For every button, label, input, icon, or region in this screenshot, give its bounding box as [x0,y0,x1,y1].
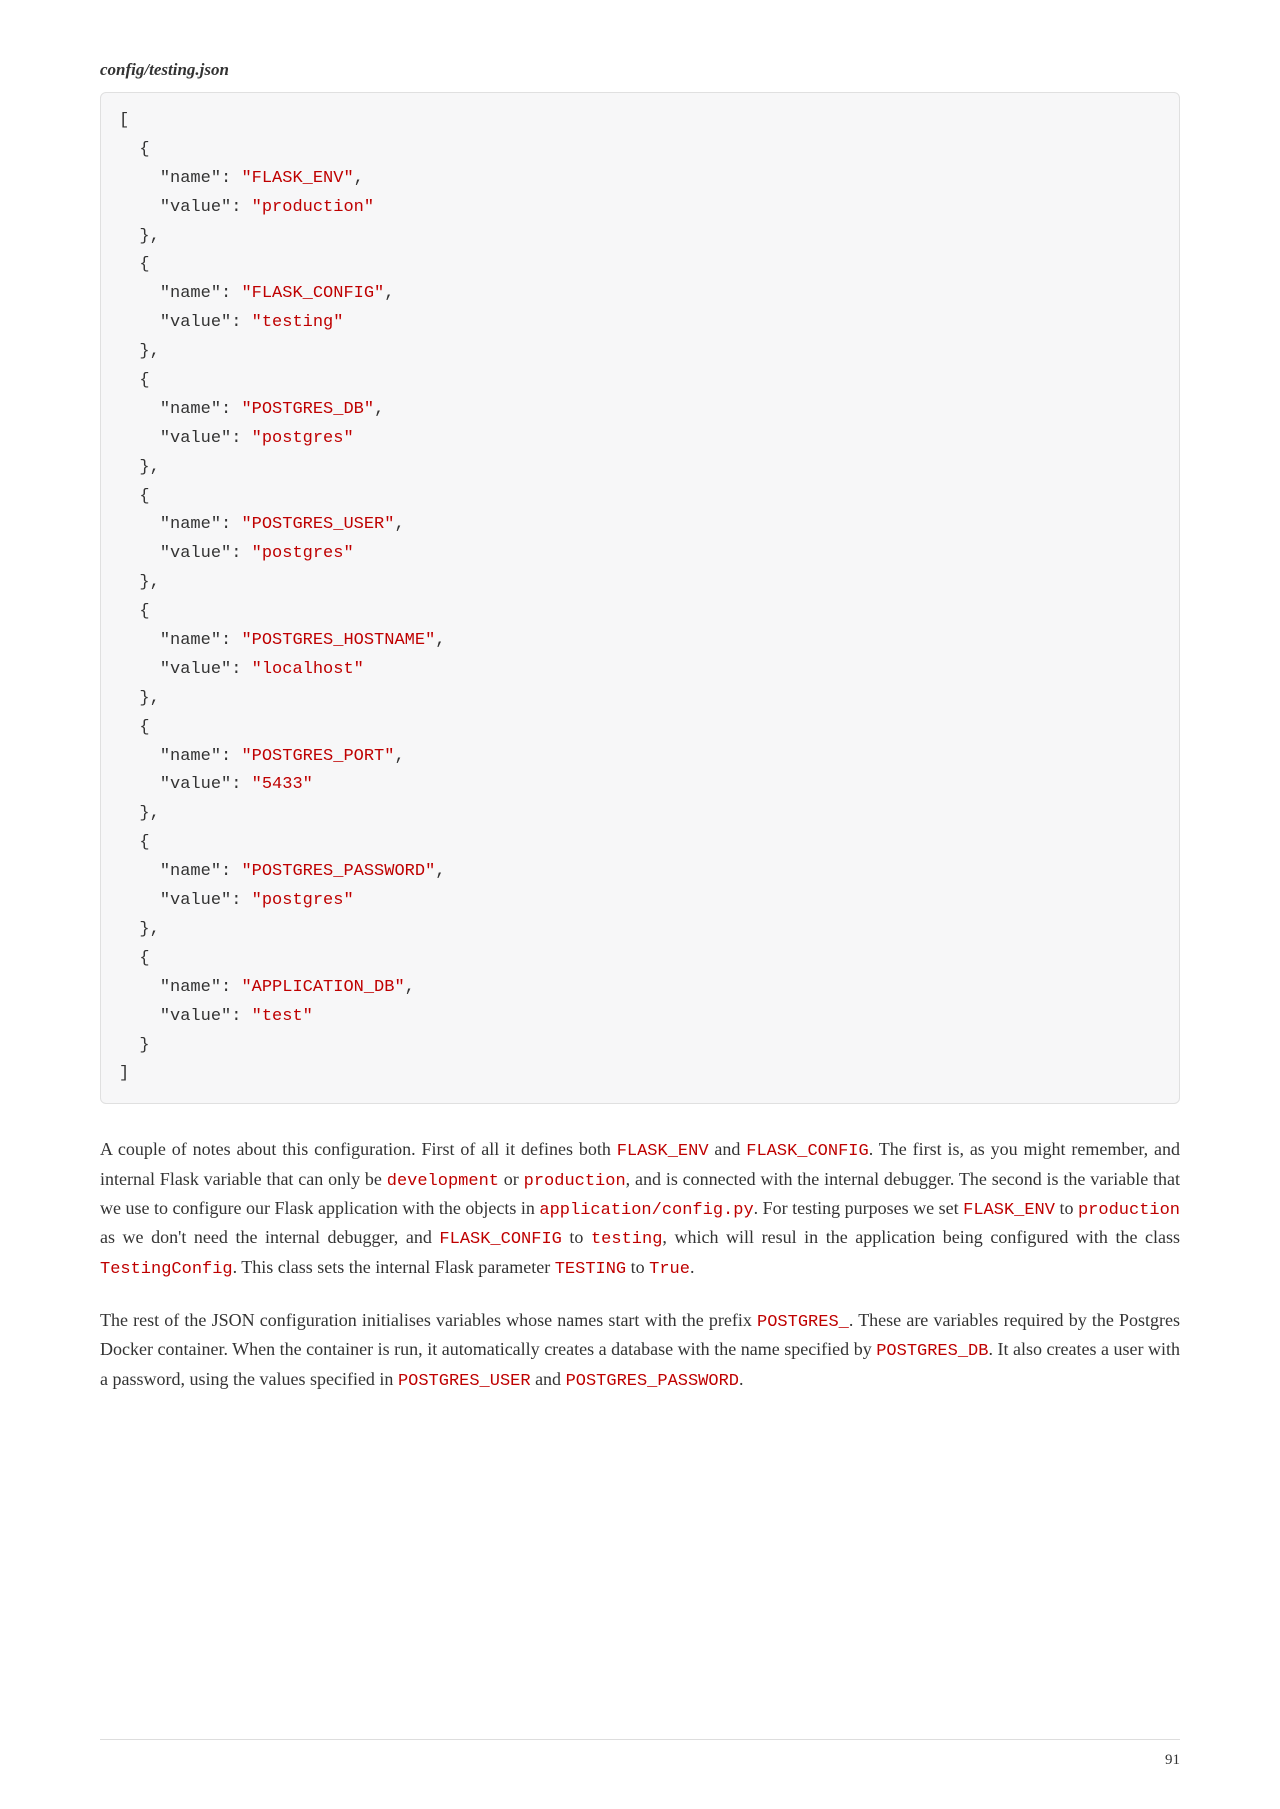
page-number: 91 [1165,1752,1180,1768]
inline-code: TestingConfig [100,1260,233,1279]
code-block: [ { "name": "FLASK_ENV", "value": "produ… [100,92,1180,1104]
paragraph-1: A couple of notes about this configurati… [100,1136,1180,1283]
page-footer: 91 [100,1739,1180,1769]
inline-code: TESTING [555,1260,626,1279]
inline-code: FLASK_CONFIG [439,1230,561,1249]
inline-code: POSTGRES_DB [876,1342,988,1361]
text: . [690,1257,695,1277]
inline-code: FLASK_ENV [617,1142,709,1161]
text: . For testing purposes we set [754,1198,963,1218]
inline-code: FLASK_CONFIG [746,1142,868,1161]
inline-code: testing [591,1230,662,1249]
text: . This class sets the internal Flask par… [233,1257,555,1277]
text: or [499,1169,524,1189]
text: A couple of notes about this configurati… [100,1139,617,1159]
inline-code: production [524,1172,626,1191]
file-title: config/testing.json [100,60,1180,80]
inline-code: application/config.py [539,1201,753,1220]
text: to [562,1227,591,1247]
text: and [531,1369,566,1389]
inline-code: POSTGRES_ [757,1313,849,1332]
inline-code: True [649,1260,690,1279]
text: , which will resul in the application be… [662,1227,1180,1247]
text: to [1055,1198,1078,1218]
inline-code: production [1078,1201,1180,1220]
inline-code: development [387,1172,499,1191]
text: to [626,1257,649,1277]
text: The rest of the JSON configuration initi… [100,1310,757,1330]
text: . [739,1369,744,1389]
text: as we don't need the internal debugger, … [100,1227,439,1247]
inline-code: FLASK_ENV [963,1201,1055,1220]
inline-code: POSTGRES_USER [398,1372,531,1391]
inline-code: POSTGRES_PASSWORD [566,1372,739,1391]
paragraph-2: The rest of the JSON configuration initi… [100,1307,1180,1395]
text: and [709,1139,747,1159]
